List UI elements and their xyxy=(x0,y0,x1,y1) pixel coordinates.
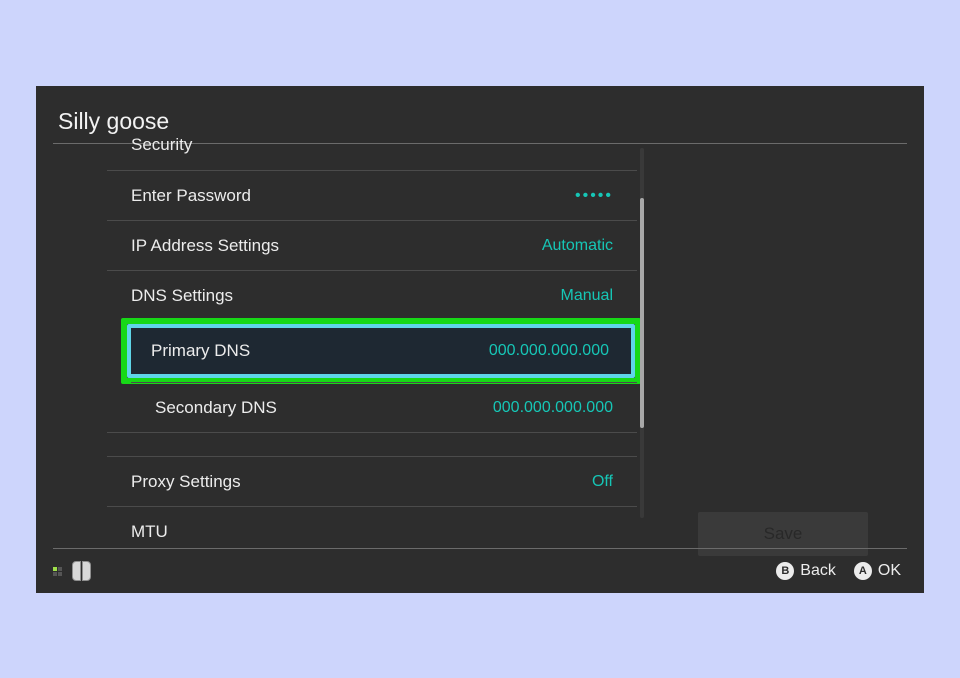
row-security[interactable]: Security xyxy=(107,120,637,170)
a-button-icon: A xyxy=(854,562,872,580)
controller-status xyxy=(53,561,91,581)
scrollbar-thumb[interactable] xyxy=(640,198,644,428)
player-indicator-icon xyxy=(53,567,62,576)
row-enter-password[interactable]: Enter Password ••••• xyxy=(107,170,637,220)
row-value: Off xyxy=(592,473,613,491)
annotation-highlight: Primary DNS 000.000.000.000 xyxy=(121,318,641,384)
footer-hints: B Back A OK xyxy=(776,562,907,580)
settings-list: Security Enter Password ••••• IP Address… xyxy=(107,144,637,549)
scrollbar[interactable] xyxy=(640,148,644,518)
row-label: Secondary DNS xyxy=(155,398,277,418)
hint-back[interactable]: B Back xyxy=(776,562,836,580)
save-button-label: Save xyxy=(764,524,803,544)
row-label: Enter Password xyxy=(131,186,251,206)
row-label: Primary DNS xyxy=(151,341,250,361)
row-label: Security xyxy=(131,135,192,155)
row-value: Manual xyxy=(561,287,613,305)
main-content: Security Enter Password ••••• IP Address… xyxy=(36,144,924,549)
row-primary-dns[interactable]: Primary DNS 000.000.000.000 xyxy=(127,324,635,378)
footer: B Back A OK xyxy=(53,548,907,593)
row-value: Automatic xyxy=(542,237,613,255)
b-button-icon: B xyxy=(776,562,794,580)
divider xyxy=(107,432,637,456)
controller-icon xyxy=(72,561,91,581)
row-label: MTU xyxy=(131,522,168,542)
row-label: Proxy Settings xyxy=(131,472,241,492)
row-dns-settings[interactable]: DNS Settings Manual xyxy=(107,270,637,320)
row-ip-settings[interactable]: IP Address Settings Automatic xyxy=(107,220,637,270)
row-proxy-settings[interactable]: Proxy Settings Off xyxy=(107,456,637,506)
side-panel: Save xyxy=(656,144,907,549)
settings-window: Silly goose Security Enter Password ••••… xyxy=(36,86,924,593)
hint-label: Back xyxy=(800,562,836,580)
row-value: ••••• xyxy=(575,187,613,205)
row-value: 000.000.000.000 xyxy=(489,342,609,360)
row-secondary-dns[interactable]: Secondary DNS 000.000.000.000 xyxy=(131,382,637,432)
row-label: IP Address Settings xyxy=(131,236,279,256)
hint-ok[interactable]: A OK xyxy=(854,562,901,580)
row-value: 000.000.000.000 xyxy=(493,399,613,417)
hint-label: OK xyxy=(878,562,901,580)
row-label: DNS Settings xyxy=(131,286,233,306)
